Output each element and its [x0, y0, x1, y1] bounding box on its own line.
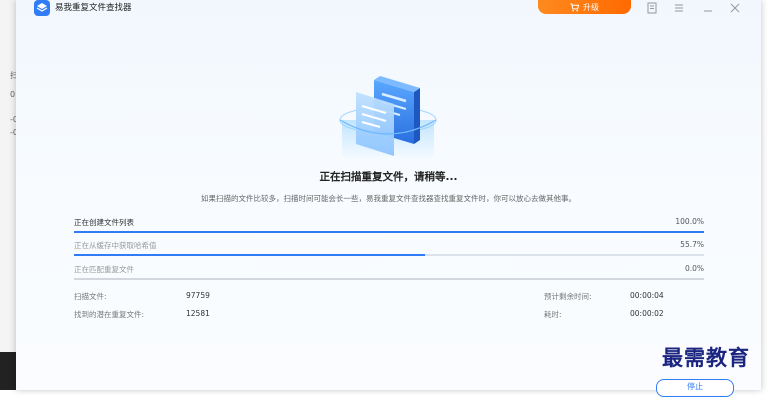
stat-label: 预计剩余时间: — [544, 292, 592, 301]
progress-label: 正在匹配重复文件 — [74, 265, 134, 274]
close-icon[interactable] — [728, 1, 742, 15]
stat-scanned-files: 扫描文件: 97759 — [74, 291, 210, 302]
progress-percent: 55.7% — [680, 240, 704, 249]
background-text: 0 — [10, 90, 16, 99]
scan-headline: 正在扫描重复文件，请稍等... — [319, 171, 458, 183]
stat-label: 耗时: — [544, 310, 562, 319]
progress-fill — [74, 231, 704, 233]
progress-fill — [74, 254, 425, 256]
upgrade-button[interactable]: 升级 — [538, 0, 631, 14]
progress-label: 正在创建文件列表 — [74, 218, 134, 227]
progress-percent: 0.0% — [684, 264, 704, 273]
progress-track — [74, 231, 704, 233]
stop-button[interactable]: 停止 — [656, 379, 734, 397]
stat-value: 97759 — [186, 291, 210, 300]
app-logo-icon — [34, 0, 50, 16]
progress-track — [74, 254, 704, 256]
cart-icon — [570, 2, 579, 11]
stat-found-duplicates: 找到的潜在重复文件: 12581 — [74, 309, 210, 320]
scanning-illustration — [339, 76, 437, 160]
scan-description: 如果扫描的文件比较多，扫描时间可能会长一些，易我重复文件查找器查找重复文件时，你… — [201, 194, 576, 203]
app-title: 易我重复文件查找器 — [55, 3, 132, 13]
feedback-icon[interactable] — [645, 1, 659, 15]
stat-remaining-time: 预计剩余时间: 00:00:04 — [544, 291, 664, 302]
stat-value: 00:00:02 — [630, 309, 664, 318]
stat-label: 扫描文件: — [74, 292, 107, 301]
progress-track — [74, 278, 704, 280]
stat-value: 00:00:04 — [630, 291, 664, 300]
menu-icon[interactable] — [672, 1, 686, 15]
title-bar: 易我重复文件查找器 升级 — [16, 0, 761, 16]
minimize-icon[interactable] — [701, 1, 715, 15]
upgrade-label: 升级 — [583, 2, 599, 12]
stat-label: 找到的潜在重复文件: — [74, 310, 145, 319]
app-window: 易我重复文件查找器 升级 正在扫描重复文件，请稍等... 如果扫描的文件比较多，… — [16, 0, 761, 397]
watermark-text: 最需教育 — [662, 345, 750, 370]
progress-label: 正在从缓存中获取哈希值 — [74, 241, 157, 250]
stat-value: 12581 — [186, 309, 210, 318]
progress-percent: 100.0% — [675, 217, 704, 226]
stat-elapsed-time: 耗时: 00:00:02 — [544, 309, 664, 320]
